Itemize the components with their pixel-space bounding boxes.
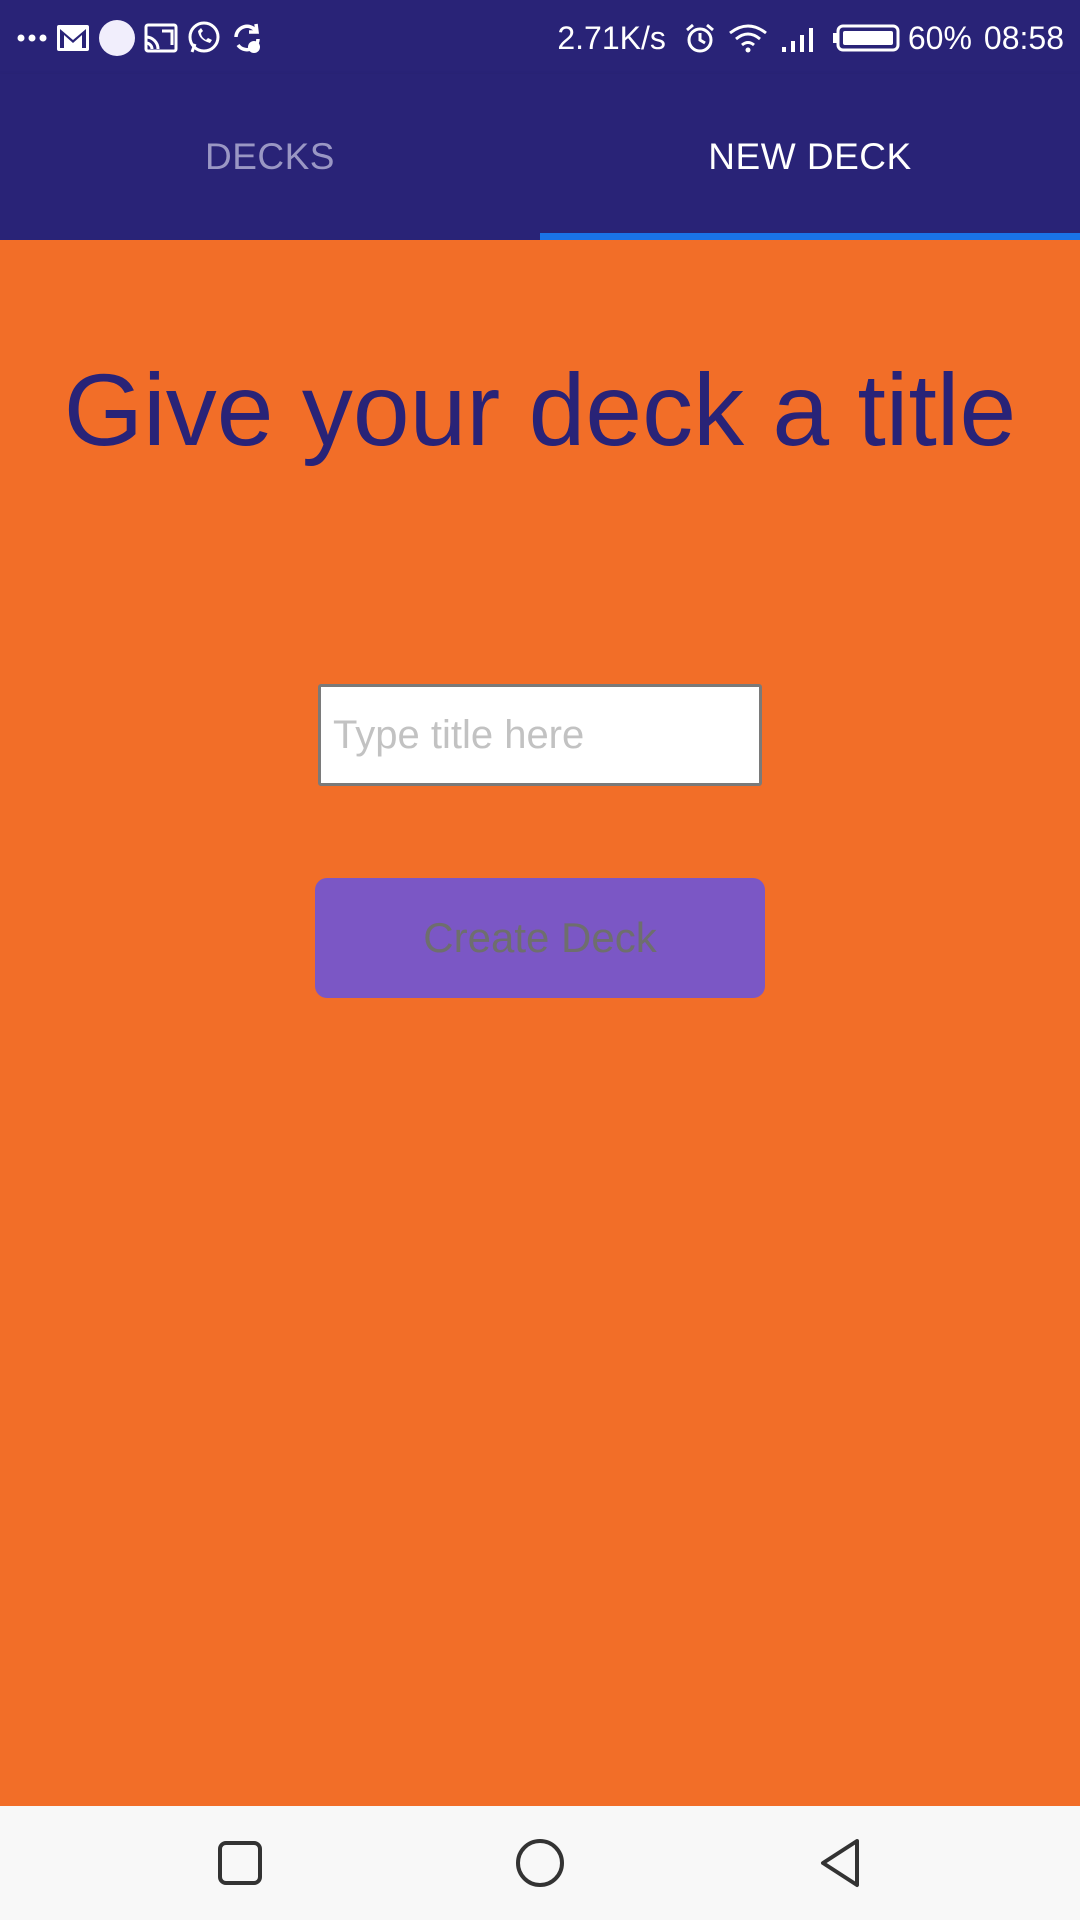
- tab-new-deck[interactable]: NEW DECK: [540, 74, 1080, 240]
- back-triangle-icon[interactable]: [808, 1831, 872, 1895]
- sync-icon: [230, 21, 264, 55]
- system-status: 2.71K/s 60% 08:58: [557, 18, 1064, 58]
- create-deck-button[interactable]: Create Deck: [315, 878, 765, 998]
- tab-decks[interactable]: DECKS: [0, 74, 540, 240]
- gmail-icon: [56, 24, 90, 52]
- battery-percent: 60%: [907, 19, 972, 56]
- status-bar: 2.71K/s 60% 08:58: [0, 0, 1080, 74]
- wifi-icon: [728, 23, 768, 53]
- active-tab-indicator: [540, 233, 1080, 240]
- network-speed: 2.71K/s: [557, 19, 666, 56]
- signal-icon: [780, 23, 820, 53]
- new-deck-screen: Give your deck a title Create Deck: [0, 240, 1080, 1806]
- home-circle-icon[interactable]: [508, 1831, 572, 1895]
- notification-icons: [16, 18, 272, 58]
- whatsapp-icon: [186, 20, 222, 56]
- alarm-icon: [684, 22, 716, 54]
- deck-title-input[interactable]: [318, 684, 762, 786]
- app-circle-icon: [98, 19, 136, 57]
- battery-icon: [832, 23, 902, 53]
- navigation-bar: [0, 1806, 1080, 1920]
- tab-bar: DECKS NEW DECK: [0, 74, 1080, 240]
- clock: 08:58: [983, 19, 1064, 56]
- page-title: Give your deck a title: [63, 353, 1017, 467]
- recents-square-icon[interactable]: [208, 1831, 272, 1895]
- more-dots-icon: [16, 32, 48, 44]
- cast-icon: [144, 23, 178, 53]
